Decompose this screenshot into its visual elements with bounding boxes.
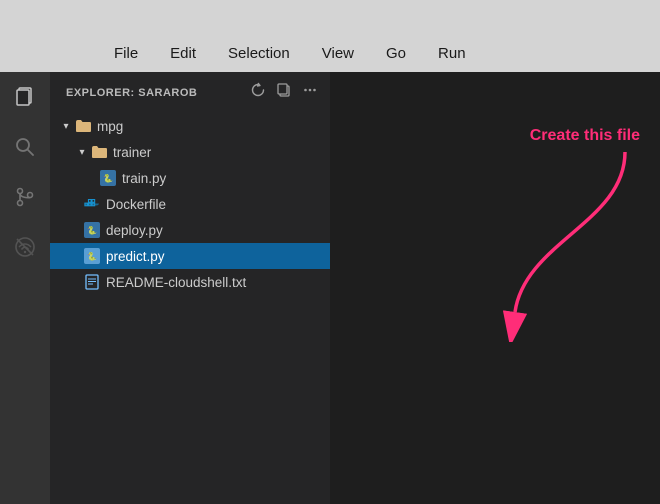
copy-icon[interactable] [276, 82, 292, 103]
python-icon-deploy: 🐍 [84, 222, 100, 238]
predict-py-label: predict.py [106, 249, 165, 264]
refresh-icon[interactable] [250, 82, 266, 103]
menu-file[interactable]: File [110, 43, 142, 64]
readme-label: README-cloudshell.txt [106, 275, 246, 290]
main-area: EXPLORER: SARAROB [0, 72, 660, 504]
tree-item-deploy-py[interactable]: 🐍 deploy.py [50, 217, 330, 243]
source-control-activity-icon[interactable] [10, 182, 40, 212]
tree-item-predict-py[interactable]: 🐍 predict.py [50, 243, 330, 269]
dockerfile-label: Dockerfile [106, 197, 166, 212]
deploy-py-label: deploy.py [106, 223, 163, 238]
remote-activity-icon[interactable] [10, 232, 40, 262]
file-tree: ▾ mpg ▾ trainer 🐍 [50, 113, 330, 504]
explorer-title: EXPLORER: SARAROB [66, 87, 197, 99]
python-icon-predict: 🐍 [84, 248, 100, 264]
tree-item-train-py[interactable]: 🐍 train.py [50, 165, 330, 191]
search-activity-icon[interactable] [10, 132, 40, 162]
folder-trainer-icon [90, 143, 108, 161]
tree-item-dockerfile[interactable]: Dockerfile [50, 191, 330, 217]
tree-item-trainer[interactable]: ▾ trainer [50, 139, 330, 165]
menu-go[interactable]: Go [382, 43, 410, 64]
activity-bar [0, 72, 50, 504]
menu-bar: File Edit Selection View Go Run [0, 0, 660, 72]
menu-selection[interactable]: Selection [224, 43, 294, 64]
explorer-activity-icon[interactable] [10, 82, 40, 112]
tree-item-readme[interactable]: README-cloudshell.txt [50, 269, 330, 295]
docker-icon-file [84, 196, 100, 212]
mpg-label: mpg [97, 119, 123, 134]
train-py-label: train.py [122, 171, 166, 186]
explorer-header: EXPLORER: SARAROB [50, 72, 330, 113]
tree-item-mpg[interactable]: ▾ mpg [50, 113, 330, 139]
more-icon[interactable] [302, 82, 318, 103]
trainer-label: trainer [113, 145, 151, 160]
annotation-arrow [495, 142, 655, 342]
txt-icon-readme [84, 274, 100, 290]
python-icon-train: 🐍 [100, 170, 116, 186]
menu-edit[interactable]: Edit [166, 43, 200, 64]
explorer-actions [250, 82, 318, 103]
chevron-trainer: ▾ [74, 144, 90, 160]
folder-mpg-icon [74, 117, 92, 135]
menu-view[interactable]: View [318, 43, 358, 64]
menu-run[interactable]: Run [434, 43, 470, 64]
editor-area: Create this file [330, 72, 660, 504]
sidebar: EXPLORER: SARAROB [50, 72, 330, 504]
chevron-mpg: ▾ [58, 118, 74, 134]
